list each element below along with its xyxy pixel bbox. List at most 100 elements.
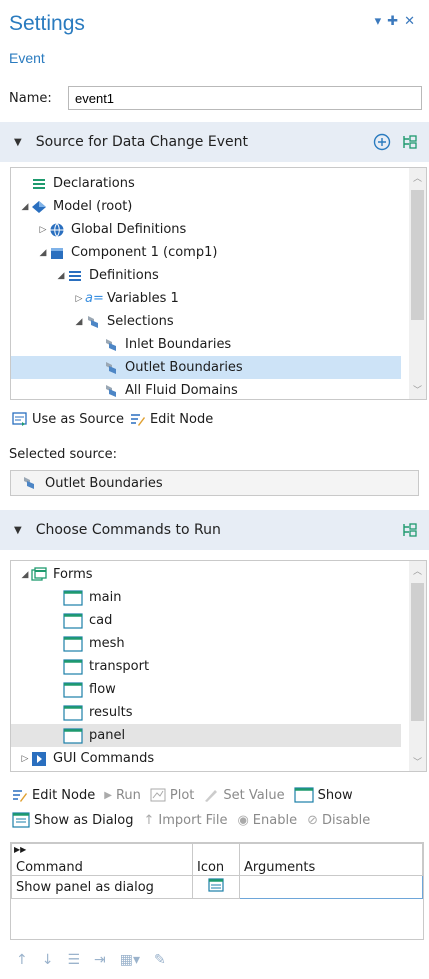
tree-item-form-mesh[interactable]: mesh — [63, 632, 125, 655]
tree-item-variables[interactable]: ▷ a= Variables 1 — [73, 287, 179, 310]
edit-node-button[interactable]: Edit Node — [12, 787, 95, 803]
tree-item-inlet-boundaries[interactable]: Inlet Boundaries — [103, 333, 231, 356]
tree-item-declarations[interactable]: Declarations — [19, 172, 135, 195]
use-as-source-button[interactable]: Use as Source — [12, 411, 124, 427]
tree-item-label: All Fluid Domains — [125, 383, 238, 398]
add-icon[interactable] — [373, 133, 391, 151]
edit-icon[interactable]: ✎ — [154, 952, 166, 968]
section-commands-header[interactable]: ▼ Choose Commands to Run — [0, 510, 429, 550]
close-icon[interactable]: ✕ — [404, 14, 421, 29]
play-icon: ▶ — [104, 789, 112, 801]
move-up-icon[interactable]: ↑ — [16, 952, 28, 968]
column-header-icon[interactable]: Icon — [192, 843, 240, 876]
section-source-header[interactable]: ▼ Source for Data Change Event — [0, 122, 429, 162]
tree-item-form-flow[interactable]: flow — [63, 678, 116, 701]
move-all-icon[interactable]: ▶▶ — [14, 845, 26, 854]
form-icon — [63, 727, 83, 744]
expand-icon[interactable]: ◢ — [55, 271, 67, 281]
chevron-down-icon[interactable]: ▾ — [375, 14, 388, 29]
expand-icon[interactable]: ▷ — [37, 225, 49, 235]
scroll-down-icon[interactable]: ﹀ — [409, 383, 426, 396]
commands-toolbar-row1: Edit Node ▶ Run Plot Set Value Show — [12, 787, 353, 803]
selected-source-value: Outlet Boundaries — [45, 475, 163, 491]
edit-node-button[interactable]: Edit Node — [130, 411, 213, 427]
globe-icon — [50, 222, 64, 237]
plot-button[interactable]: Plot — [150, 788, 194, 803]
source-tree[interactable]: Declarations ◢ Model (root) ▷ Global Def… — [10, 167, 427, 400]
tree-item-global-definitions[interactable]: ▷ Global Definitions — [37, 218, 187, 241]
scroll-up-icon[interactable]: ︿ — [409, 171, 426, 184]
tree-item-form-transport[interactable]: transport — [63, 655, 149, 678]
tree-item-label: results — [89, 705, 133, 720]
expand-icon[interactable]: ▷ — [73, 294, 85, 304]
scrollbar[interactable]: ︿ ﹀ — [409, 561, 426, 771]
command-table: ▶▶ Command Icon Arguments Show panel as … — [11, 843, 423, 899]
tree-filter-icon[interactable] — [401, 521, 419, 539]
column-header-arguments[interactable]: Arguments — [239, 843, 423, 876]
scroll-thumb[interactable] — [411, 583, 424, 721]
tree-item-label: Global Definitions — [71, 222, 187, 237]
expand-icon[interactable]: ▷ — [19, 754, 31, 764]
add-column-icon[interactable]: ▦▾ — [120, 952, 140, 968]
chevron-down-icon[interactable]: ▼ — [14, 525, 22, 536]
tree-item-form-main[interactable]: main — [63, 586, 121, 609]
disable-button[interactable]: ⊘ Disable — [307, 813, 370, 828]
table-row[interactable]: Show panel as dialog — [11, 875, 423, 899]
tree-filter-icon[interactable] — [401, 133, 419, 151]
cell-arguments[interactable] — [239, 875, 423, 899]
enable-button[interactable]: ◉ Enable — [237, 813, 297, 828]
tree-item-label: main — [89, 590, 122, 605]
tree-item-component[interactable]: ◢ Component 1 (comp1) — [37, 241, 218, 264]
scrollbar[interactable]: ︿ ﹀ — [409, 168, 426, 399]
scroll-thumb[interactable] — [411, 190, 424, 320]
tree-item-forms[interactable]: ◢ Forms — [19, 563, 93, 586]
form-icon — [63, 612, 83, 629]
insert-icon[interactable]: ⇥ — [94, 952, 106, 968]
commands-tree[interactable]: ◢ Forms main cad mesh transport flow res… — [10, 560, 427, 772]
cell-icon[interactable] — [192, 875, 240, 899]
definitions-icon — [69, 270, 81, 281]
show-button[interactable]: Show — [293, 787, 353, 803]
scroll-down-icon[interactable]: ﹀ — [409, 755, 426, 768]
tree-item-selections[interactable]: ◢ Selections — [73, 310, 174, 333]
pin-icon[interactable]: ✚ — [387, 14, 404, 29]
tree-item-all-fluid-domains[interactable]: All Fluid Domains — [103, 379, 238, 399]
expand-icon[interactable]: ◢ — [73, 317, 85, 327]
tree-item-definitions[interactable]: ◢ Definitions — [55, 264, 159, 287]
tree-item-form-results[interactable]: results — [63, 701, 133, 724]
window-controls[interactable]: ▾✚✕ — [375, 14, 421, 29]
import-file-button[interactable]: ↑ Import File — [144, 813, 228, 828]
expand-icon[interactable]: ◢ — [37, 248, 49, 258]
tree-item-form-cad[interactable]: cad — [63, 609, 112, 632]
gui-commands-icon — [32, 751, 46, 766]
tree-item-model[interactable]: ◢ Model (root) — [19, 195, 133, 218]
move-down-icon[interactable]: ↓ — [42, 952, 54, 968]
cell-command[interactable]: Show panel as dialog — [11, 875, 193, 899]
edit-node-icon — [130, 414, 145, 426]
show-as-dialog-button[interactable]: Show as Dialog — [12, 812, 134, 828]
tree-item-label: Component 1 (comp1) — [71, 245, 218, 260]
tree-item-label: Declarations — [53, 176, 135, 191]
set-value-button[interactable]: Set Value — [203, 787, 285, 803]
form-icon — [63, 658, 83, 675]
chevron-down-icon[interactable]: ▼ — [14, 137, 22, 148]
selection-item-icon — [106, 338, 116, 351]
delete-list-icon[interactable]: ☰ — [67, 952, 80, 968]
dialog-icon — [208, 878, 224, 892]
section-source-title: Source for Data Change Event — [35, 134, 248, 150]
tree-item-outlet-boundaries[interactable]: Outlet Boundaries — [11, 356, 401, 379]
model-icon — [32, 200, 46, 213]
tree-item-label: Forms — [53, 567, 93, 582]
run-button[interactable]: ▶ Run — [104, 788, 141, 803]
tree-item-form-panel[interactable]: panel — [11, 724, 401, 747]
edit-node-icon — [13, 790, 27, 802]
declarations-icon — [33, 178, 45, 189]
expand-icon[interactable]: ◢ — [19, 570, 31, 580]
expand-icon[interactable]: ◢ — [19, 202, 31, 212]
name-input[interactable] — [68, 86, 422, 110]
tree-item-gui-commands[interactable]: ▷ GUI Commands — [19, 747, 155, 770]
commands-toolbar-row2: Show as Dialog ↑ Import File ◉ Enable ⊘ … — [12, 812, 370, 828]
column-header-command[interactable]: ▶▶ Command — [11, 843, 193, 876]
tree-item-label: mesh — [89, 636, 125, 651]
scroll-up-icon[interactable]: ︿ — [409, 564, 426, 577]
